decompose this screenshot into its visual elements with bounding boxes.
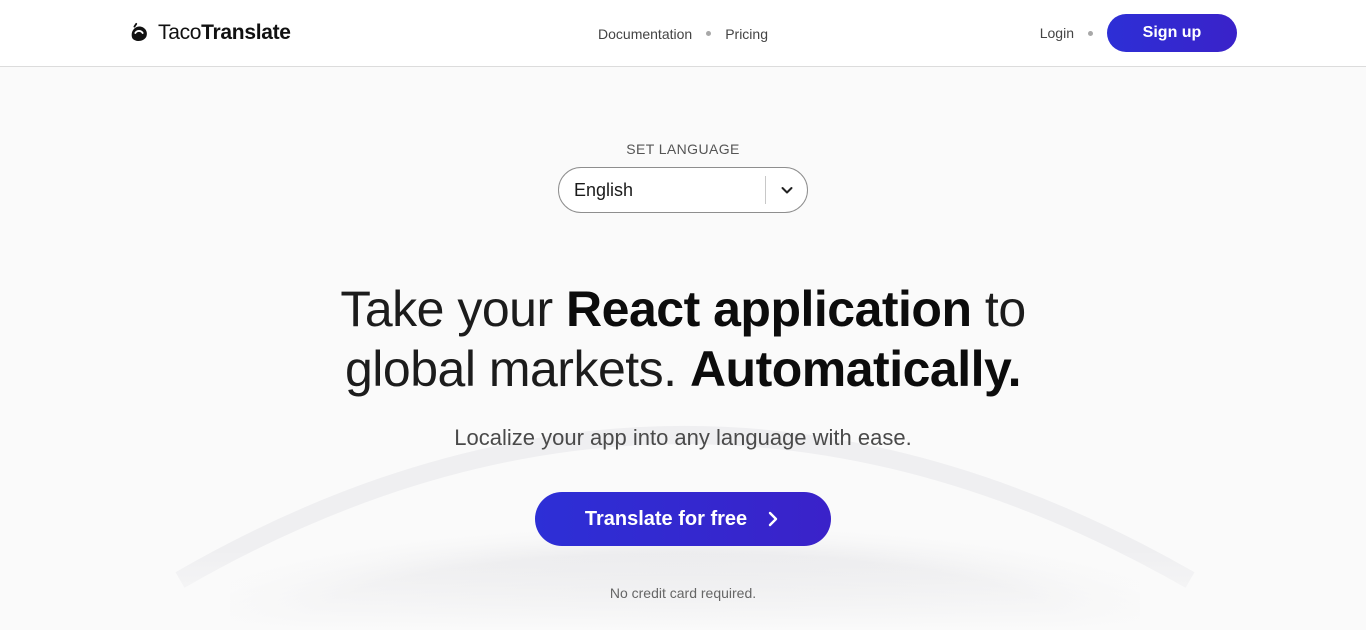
- logo-text-light: Taco: [158, 21, 202, 44]
- headline-text: global markets.: [345, 341, 690, 397]
- logo-text: TacoTranslate: [158, 21, 291, 45]
- login-link[interactable]: Login: [1040, 25, 1074, 41]
- hero-subtitle: Localize your app into any language with…: [454, 425, 912, 450]
- hero-headline: Take your React application to global ma…: [183, 279, 1183, 399]
- auth-area: Login Sign up: [1040, 14, 1237, 52]
- headline-text: Take your: [340, 281, 567, 337]
- logo-link[interactable]: TacoTranslate: [128, 20, 291, 46]
- taco-logo-icon: [131, 22, 147, 42]
- nav-link-pricing[interactable]: Pricing: [725, 26, 768, 42]
- site-header: TacoTranslate Documentation Pricing Logi…: [0, 0, 1366, 67]
- logo-text-bold: Translate: [201, 21, 291, 44]
- headline-emphasis: Automatically.: [689, 341, 1022, 397]
- set-language-label: SET LANGUAGE: [626, 141, 740, 157]
- chevron-right-icon: [768, 511, 778, 527]
- chevron-down-icon: [781, 187, 792, 194]
- no-credit-card-note: No credit card required.: [609, 585, 757, 601]
- language-dropdown-toggle[interactable]: [766, 168, 807, 212]
- headline-emphasis: React application: [566, 281, 972, 337]
- language-select-value: English: [574, 179, 634, 200]
- nav-separator-dot: [706, 31, 712, 36]
- cta-label: Translate for free: [584, 507, 748, 530]
- auth-separator-dot: [1088, 30, 1093, 36]
- headline-text: to: [971, 281, 1026, 337]
- signup-button[interactable]: Sign up: [1107, 14, 1237, 52]
- translate-for-free-button[interactable]: Translate for free: [535, 492, 831, 546]
- nav-link-documentation[interactable]: Documentation: [598, 26, 692, 42]
- language-select[interactable]: English: [558, 167, 808, 213]
